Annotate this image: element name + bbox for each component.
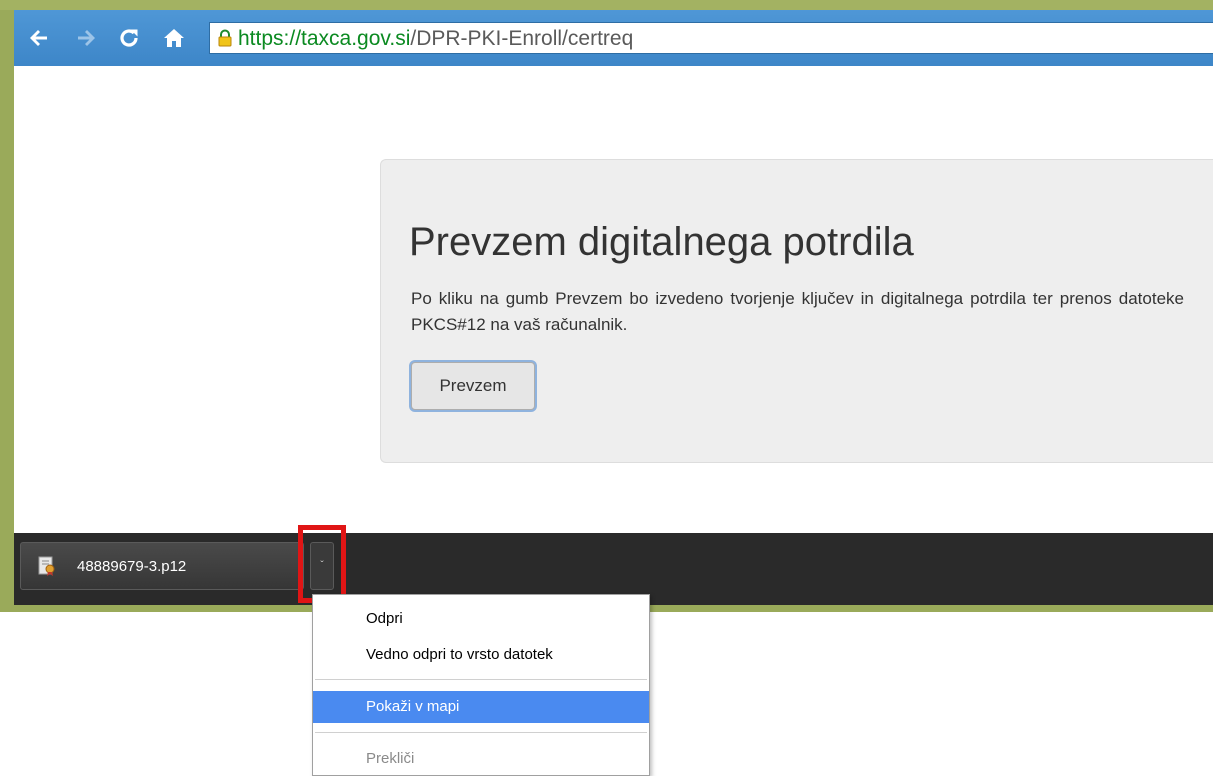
page-title: Prevzem digitalnega potrdila (409, 220, 914, 264)
forward-button[interactable] (71, 24, 101, 52)
address-bar[interactable]: https://taxca.gov.si/DPR-PKI-Enroll/cert… (209, 22, 1213, 54)
prevzem-button[interactable]: Prevzem (411, 362, 535, 410)
certificate-file-icon (38, 556, 55, 576)
menu-item-open[interactable]: Odpri (313, 603, 649, 635)
browser-toolbar: https://taxca.gov.si/DPR-PKI-Enroll/cert… (14, 10, 1213, 66)
menu-item-show-in-folder[interactable]: Pokaži v mapi (313, 691, 649, 723)
lock-icon (218, 29, 232, 47)
menu-separator (315, 679, 647, 680)
page-description: Po kliku na gumb Prevzem bo izvedeno tvo… (411, 289, 1184, 334)
menu-item-cancel[interactable]: Prekliči (313, 743, 649, 775)
download-context-menu: Odpri Vedno odpri to vrsto datotek Pokaž… (312, 594, 650, 776)
download-item[interactable]: 48889679-3.p12 (20, 542, 304, 590)
page-viewport: Prevzem digitalnega potrdila Po kliku na… (14, 66, 1213, 533)
url-scheme: https:// (238, 27, 302, 50)
menu-separator (315, 732, 647, 733)
home-icon (164, 29, 184, 47)
url-host: taxca.gov.si (301, 27, 411, 50)
highlight-annotation (298, 525, 346, 603)
back-arrow-icon (30, 30, 47, 46)
url-path: /DPR-PKI-Enroll/certreq (410, 27, 634, 50)
browser-window: https://taxca.gov.si/DPR-PKI-Enroll/cert… (0, 0, 1213, 612)
url-text: https://taxca.gov.si/DPR-PKI-Enroll/cert… (238, 25, 633, 53)
forward-arrow-icon (78, 30, 95, 46)
certificate-panel: Prevzem digitalnega potrdila Po kliku na… (380, 159, 1213, 463)
reload-icon (120, 29, 138, 47)
reload-button[interactable] (114, 24, 144, 52)
back-button[interactable] (24, 24, 54, 52)
window-top-edge (0, 0, 1213, 10)
home-button[interactable] (159, 24, 189, 52)
menu-item-always-open[interactable]: Vedno odpri to vrsto datotek (313, 639, 649, 671)
download-file-name: 48889679-3.p12 (77, 558, 187, 575)
